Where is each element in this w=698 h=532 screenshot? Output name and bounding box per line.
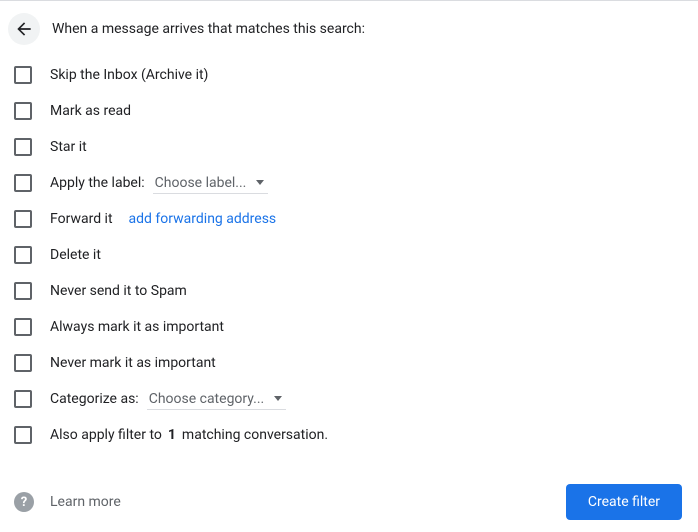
label-also-apply: Also apply filter to 1 matching conversa… [50,427,328,443]
forward-it-text: Forward it [50,211,113,227]
categorize-dropdown[interactable]: Choose category... [147,389,287,410]
help-icon[interactable]: ? [14,492,34,512]
apply-label-dropdown-text: Choose label... [155,175,247,191]
label-skip-inbox: Skip the Inbox (Archive it) [50,67,208,83]
categorize-dropdown-text: Choose category... [149,391,265,407]
label-star-it: Star it [50,139,87,155]
add-forwarding-address-link[interactable]: add forwarding address [129,211,277,227]
option-star-it: Star it [14,129,698,165]
option-never-important: Never mark it as important [14,345,698,381]
apply-label-dropdown[interactable]: Choose label... [153,173,269,194]
checkbox-always-important[interactable] [14,318,32,336]
back-button[interactable] [8,13,40,45]
label-apply-label: Apply the label: Choose label... [50,173,268,194]
option-skip-inbox: Skip the Inbox (Archive it) [14,57,698,93]
also-apply-suffix: matching conversation. [182,427,328,443]
checkbox-categorize[interactable] [14,390,32,408]
option-also-apply: Also apply filter to 1 matching conversa… [14,417,698,453]
filter-footer: ? Learn more Create filter [0,484,698,520]
header-title: When a message arrives that matches this… [52,21,365,37]
checkbox-never-important[interactable] [14,354,32,372]
option-always-important: Always mark it as important [14,309,698,345]
checkbox-delete-it[interactable] [14,246,32,264]
label-delete-it: Delete it [50,247,101,263]
option-forward-it: Forward it add forwarding address [14,201,698,237]
option-apply-label: Apply the label: Choose label... [14,165,698,201]
also-apply-prefix: Also apply filter to [50,427,162,443]
checkbox-star-it[interactable] [14,138,32,156]
option-categorize: Categorize as: Choose category... [14,381,698,417]
filter-options-list: Skip the Inbox (Archive it) Mark as read… [0,53,698,453]
option-mark-read: Mark as read [14,93,698,129]
label-never-important: Never mark it as important [50,355,216,371]
checkbox-never-spam[interactable] [14,282,32,300]
checkbox-forward-it[interactable] [14,210,32,228]
checkbox-also-apply[interactable] [14,426,32,444]
label-always-important: Always mark it as important [50,319,224,335]
also-apply-count: 1 [168,427,176,443]
label-never-spam: Never send it to Spam [50,283,187,299]
apply-label-prefix: Apply the label: [50,175,145,191]
checkbox-apply-label[interactable] [14,174,32,192]
option-delete-it: Delete it [14,237,698,273]
learn-more-link[interactable]: Learn more [50,494,121,510]
chevron-down-icon [274,396,282,401]
footer-left: ? Learn more [14,492,121,512]
label-forward-it: Forward it add forwarding address [50,211,276,227]
filter-header: When a message arrives that matches this… [0,1,698,53]
categorize-prefix: Categorize as: [50,391,139,407]
create-filter-button[interactable]: Create filter [566,484,682,520]
checkbox-skip-inbox[interactable] [14,66,32,84]
label-mark-read: Mark as read [50,103,131,119]
label-categorize: Categorize as: Choose category... [50,389,286,410]
checkbox-mark-read[interactable] [14,102,32,120]
arrow-left-icon [14,19,34,39]
option-never-spam: Never send it to Spam [14,273,698,309]
chevron-down-icon [256,180,264,185]
